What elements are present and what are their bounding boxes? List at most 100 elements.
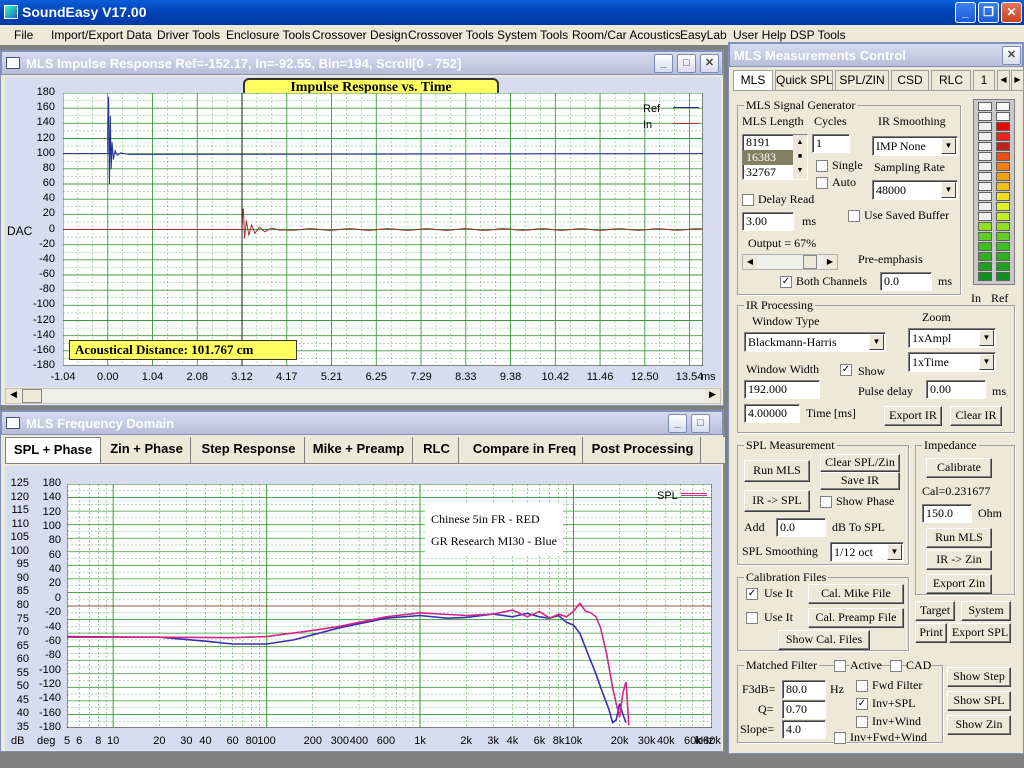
chevron-down-icon[interactable]: ▼ (941, 182, 956, 198)
minimize-icon[interactable]: _ (654, 54, 673, 73)
export-ir-button[interactable]: Export IR (884, 406, 942, 426)
impedance-ohm-input[interactable]: 150.0 (922, 504, 972, 523)
slope-input[interactable]: 4.0 (782, 720, 826, 739)
show-step-button[interactable]: Show Step (947, 667, 1011, 687)
slider-thumb[interactable] (803, 255, 817, 269)
tab-rlc[interactable]: RLC (415, 437, 459, 463)
output-slider[interactable]: ◀ ▶ (742, 254, 838, 270)
tab-spl-zin[interactable]: SPL/ZIN (835, 70, 889, 90)
export-zin-button[interactable]: Export Zin (926, 574, 992, 594)
delay-input[interactable]: 3.00 (742, 212, 794, 231)
both-channels-checkbox[interactable]: ✓ (780, 276, 792, 288)
tab-compare-freq[interactable]: Compare in Freq (467, 437, 583, 463)
menu-import-export[interactable]: Import/Export Data (51, 28, 152, 42)
menu-crossover-design[interactable]: Crossover Design (312, 28, 407, 42)
scroll-left-icon[interactable]: ◀ (6, 389, 21, 403)
save-ir-button[interactable]: Save IR (820, 472, 900, 490)
q-input[interactable]: 0.70 (782, 700, 826, 719)
menu-driver-tools[interactable]: Driver Tools (157, 28, 220, 42)
close-icon[interactable]: ✕ (700, 54, 719, 73)
restore-icon[interactable]: ❐ (978, 2, 999, 23)
show-checkbox[interactable]: ✓ (840, 364, 852, 376)
run-mls-button[interactable]: Run MLS (744, 460, 810, 482)
mls-length-list[interactable]: 8191 16383 32767 ▲ ■ ▼ (742, 134, 808, 180)
show-cal-files-button[interactable]: Show Cal. Files (778, 630, 870, 650)
mls-length-16383[interactable]: 16383 (743, 150, 793, 165)
tab-mls[interactable]: MLS (733, 70, 773, 90)
minimize-icon[interactable]: _ (668, 414, 687, 433)
menu-dsp-tools[interactable]: DSP Tools (790, 28, 846, 42)
tab-rlc[interactable]: RLC (931, 70, 971, 90)
single-checkbox[interactable] (816, 160, 828, 172)
tab-post-processing[interactable]: Post Processing (585, 437, 701, 463)
tab-scroll-right-icon[interactable]: ▶ (1011, 70, 1024, 90)
f3db-input[interactable]: 80.0 (782, 680, 826, 699)
auto-checkbox[interactable] (816, 177, 828, 189)
chevron-down-icon[interactable]: ▼ (979, 330, 994, 346)
add-db-input[interactable]: 0.0 (776, 518, 826, 537)
fwd-filter-checkbox[interactable] (856, 680, 868, 692)
ir-to-zin-button[interactable]: IR -> Zin (926, 550, 992, 570)
menu-file[interactable]: File (14, 28, 33, 42)
chevron-down-icon[interactable]: ▼ (869, 334, 884, 350)
inv-wind-checkbox[interactable] (856, 716, 868, 728)
tab-mike-preamp[interactable]: Mike + Preamp (305, 437, 413, 463)
cal-preamp-file-button[interactable]: Cal. Preamp File (808, 608, 904, 628)
time-input[interactable]: 4.00000 (744, 404, 800, 423)
menu-easylab[interactable]: EasyLab (680, 28, 727, 42)
tab-scroll-left-icon[interactable]: ◀ (997, 70, 1010, 90)
frequency-plot[interactable] (67, 484, 712, 728)
show-spl-button[interactable]: Show SPL (947, 691, 1011, 711)
tab-zin-phase[interactable]: Zin + Phase (103, 437, 191, 463)
system-button[interactable]: System (961, 601, 1011, 621)
slider-left-icon[interactable]: ◀ (743, 255, 757, 269)
zoom-amp-select[interactable]: 1xAmpl ▼ (908, 328, 996, 348)
maximize-icon[interactable]: □ (677, 54, 696, 73)
close-icon[interactable]: ✕ (1002, 46, 1021, 65)
cal-mike-file-button[interactable]: Cal. Mike File (808, 584, 904, 604)
cad-checkbox[interactable] (890, 660, 902, 672)
use-preamp-cal-checkbox[interactable] (746, 612, 758, 624)
tab-quick-spl[interactable]: Quick SPL (775, 70, 833, 90)
close-icon[interactable]: ✕ (1001, 2, 1022, 23)
clear-ir-button[interactable]: Clear IR (950, 406, 1002, 426)
export-spl-button[interactable]: Export SPL (949, 623, 1011, 643)
maximize-icon[interactable]: □ (691, 414, 710, 433)
tab-more[interactable]: 1 (973, 70, 995, 90)
cycles-input[interactable]: 1 (812, 134, 850, 153)
calibrate-button[interactable]: Calibrate (926, 458, 992, 478)
print-button[interactable]: Print (915, 623, 947, 643)
chevron-down-icon[interactable]: ▼ (979, 354, 994, 370)
impulse-scrollbar[interactable]: ◀ ▶ (5, 388, 721, 404)
sampling-rate-select[interactable]: 48000 ▼ (872, 180, 958, 200)
clear-spl-zin-button[interactable]: Clear SPL/Zin (820, 454, 900, 472)
menu-room-car[interactable]: Room/Car Acoustics (572, 28, 681, 42)
menu-enclosure-tools[interactable]: Enclosure Tools (226, 28, 311, 42)
show-phase-checkbox[interactable] (820, 496, 832, 508)
menu-crossover-tools[interactable]: Crossover Tools (408, 28, 494, 42)
target-button[interactable]: Target (915, 601, 955, 621)
tab-spl-phase[interactable]: SPL + Phase (5, 437, 101, 463)
chevron-down-icon[interactable]: ▼ (941, 138, 956, 154)
zoom-time-select[interactable]: 1xTime ▼ (908, 352, 996, 372)
menu-system-tools[interactable]: System Tools (497, 28, 568, 42)
run-mls-impedance-button[interactable]: Run MLS (926, 528, 992, 548)
pulse-delay-input[interactable]: 0.00 (926, 380, 986, 399)
window-width-input[interactable]: 192.000 (744, 380, 820, 399)
ir-smoothing-select[interactable]: IMP None ▼ (872, 136, 958, 156)
inv-fwd-wind-checkbox[interactable] (834, 732, 846, 744)
chevron-down-icon[interactable]: ▼ (887, 544, 902, 560)
slider-right-icon[interactable]: ▶ (823, 255, 837, 269)
use-mike-cal-checkbox[interactable]: ✓ (746, 588, 758, 600)
scroll-thumb[interactable] (22, 389, 42, 403)
use-saved-buffer-checkbox[interactable] (848, 210, 860, 222)
tab-csd[interactable]: CSD (891, 70, 929, 90)
menu-user-help[interactable]: User Help (733, 28, 786, 42)
inv-spl-checkbox[interactable]: ✓ (856, 698, 868, 710)
tab-step-response[interactable]: Step Response (193, 437, 305, 463)
minimize-icon[interactable]: _ (955, 2, 976, 23)
ir-to-spl-button[interactable]: IR -> SPL (744, 490, 810, 512)
scroll-right-icon[interactable]: ▶ (705, 389, 720, 403)
show-zin-button[interactable]: Show Zin (947, 715, 1011, 735)
spl-smoothing-select[interactable]: 1/12 oct ▼ (830, 542, 904, 562)
